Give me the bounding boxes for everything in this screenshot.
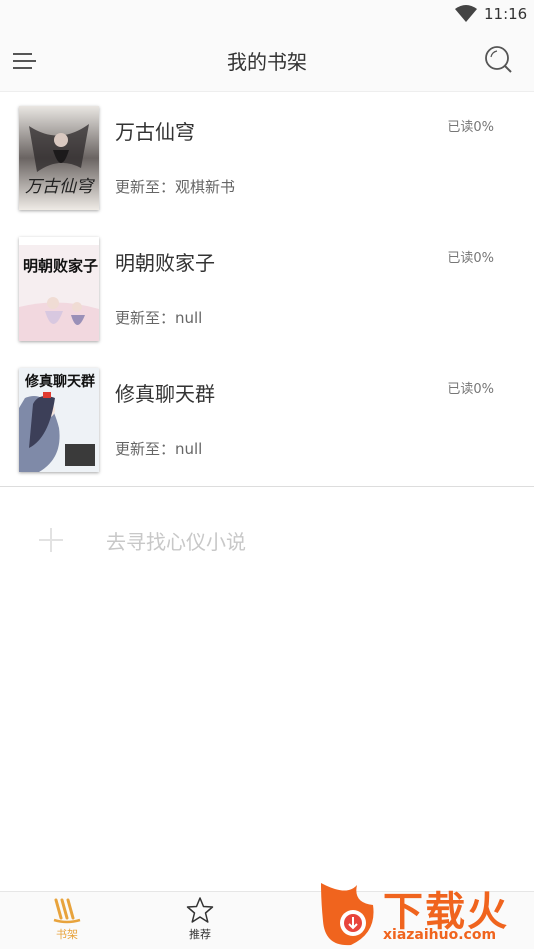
- watermark-logo: 下载火 xiazaihuo.com: [313, 877, 534, 949]
- search-icon: [485, 46, 512, 73]
- read-progress: 已读0%: [447, 382, 494, 397]
- find-novel-button[interactable]: 去寻找心仪小说: [0, 487, 534, 591]
- book-cover[interactable]: 修真聊天群: [19, 368, 99, 472]
- app-bar: 我的书架: [0, 30, 534, 92]
- latest-chapter: 更新至：null: [115, 440, 203, 458]
- book-cover-title: 修真聊天群: [24, 373, 95, 390]
- read-progress: 已读0%: [447, 120, 494, 135]
- search-button[interactable]: [482, 43, 516, 77]
- plus-icon: [39, 528, 63, 552]
- book-title: 万古仙穹: [115, 120, 195, 144]
- watermark-url: xiazaihuo.com: [383, 927, 497, 943]
- latest-chapter: 更新至：null: [115, 309, 203, 327]
- book-item[interactable]: 修真聊天群 修真聊天群 已读0% 更新至：null: [0, 354, 534, 485]
- tab-recommend-label: 推荐: [189, 928, 211, 941]
- tab-bookshelf-label: 书架: [56, 928, 78, 941]
- read-progress: 已读0%: [447, 251, 494, 266]
- bookshelf-icon: [53, 898, 81, 924]
- status-bar: 11:16: [0, 0, 534, 30]
- book-cover[interactable]: 明朝败家子: [19, 237, 99, 341]
- book-item[interactable]: 明朝败家子 明朝败家子 已读0% 更新至：null: [0, 223, 534, 354]
- book-item[interactable]: 万古仙穹 万古仙穹 已读0% 更新至：观棋新书: [0, 92, 534, 223]
- book-cover[interactable]: 万古仙穹: [19, 106, 99, 210]
- find-novel-label: 去寻找心仪小说: [106, 530, 246, 554]
- latest-chapter: 更新至：观棋新书: [115, 178, 236, 196]
- tab-bookshelf[interactable]: 书架: [37, 896, 97, 946]
- book-cover-title: 明朝败家子: [23, 257, 98, 275]
- page-title: 我的书架: [227, 50, 307, 74]
- book-title: 修真聊天群: [115, 382, 215, 406]
- status-time: 11:16: [484, 5, 528, 23]
- flame-logo-icon: [321, 883, 374, 946]
- tab-recommend[interactable]: 推荐: [170, 896, 230, 946]
- star-icon: [186, 897, 214, 923]
- book-list: 万古仙穹 万古仙穹 已读0% 更新至：观棋新书 明朝败家子 明朝败家子 已读0%…: [0, 92, 534, 485]
- book-cover-title: 万古仙穹: [25, 177, 95, 197]
- wifi-icon: [455, 5, 477, 22]
- book-title: 明朝败家子: [115, 251, 215, 275]
